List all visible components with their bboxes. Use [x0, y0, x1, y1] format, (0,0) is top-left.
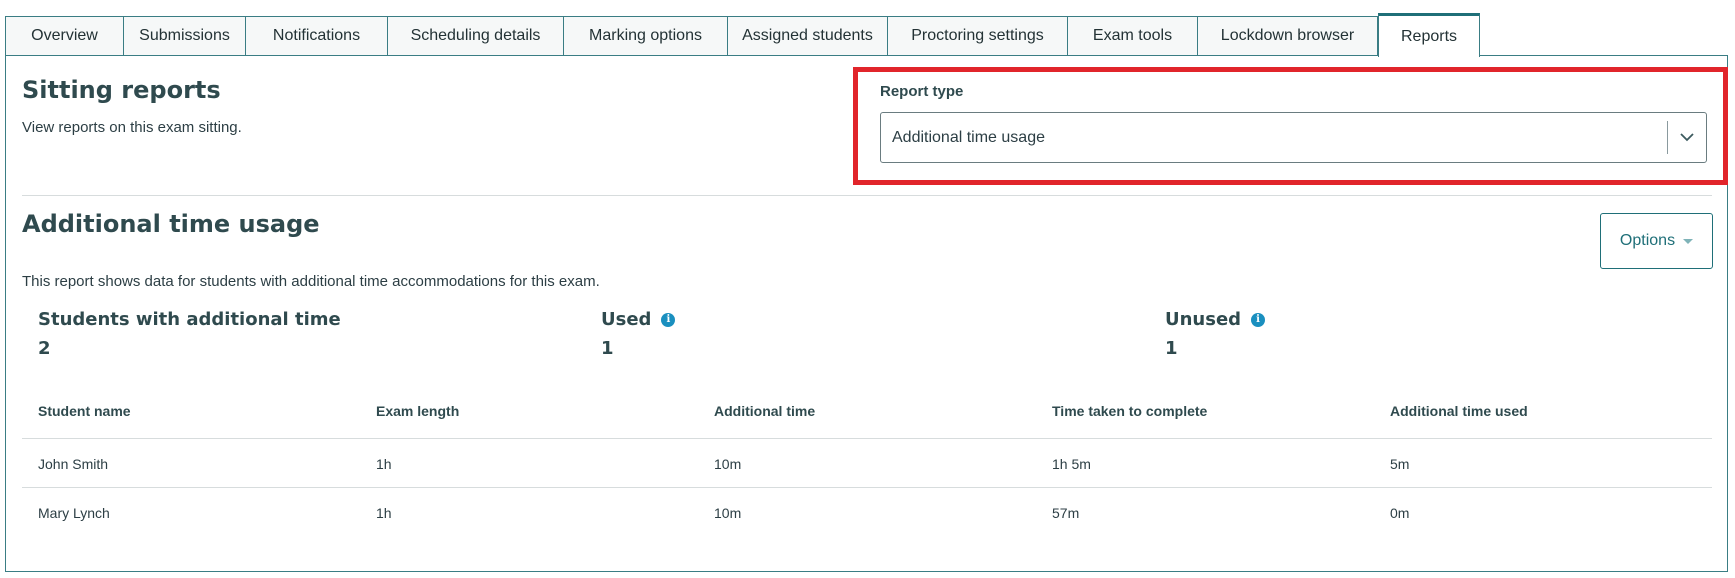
cell-exam-length: 1h	[376, 505, 392, 521]
tab-submissions[interactable]: Submissions	[123, 16, 245, 56]
report-description: This report shows data for students with…	[22, 273, 600, 290]
page-title: Sitting reports	[22, 76, 221, 104]
stat-unused-value: 1	[1165, 338, 1178, 359]
column-header-time-taken: Time taken to complete	[1052, 403, 1208, 419]
column-header-exam-length: Exam length	[376, 403, 460, 419]
tab-overview[interactable]: Overview	[5, 16, 123, 56]
options-label: Options	[1619, 232, 1676, 249]
column-header-student-name: Student name	[38, 403, 131, 419]
cell-time-taken: 1h 5m	[1052, 456, 1091, 472]
stat-students-label: Students with additional time	[38, 309, 341, 330]
tab-proctoring-settings[interactable]: Proctoring settings	[887, 16, 1067, 56]
stat-label-text: Used	[601, 309, 652, 330]
cell-student-name: Mary Lynch	[38, 505, 110, 521]
cell-student-name: John Smith	[38, 456, 109, 472]
column-header-additional-time-used: Additional time used	[1390, 403, 1528, 419]
cell-exam-length: 1h	[376, 456, 392, 472]
stat-unused-label: Unused i	[1165, 309, 1266, 330]
cell-additional-time: 10m	[714, 505, 742, 521]
column-header-additional-time: Additional time	[714, 403, 816, 419]
cell-additional-time-used: 5m	[1390, 456, 1410, 472]
stat-used-label: Used i	[601, 309, 676, 330]
table-divider	[22, 438, 1712, 439]
info-icon[interactable]: i	[1251, 312, 1266, 327]
cell-additional-time-used: 0m	[1390, 505, 1410, 521]
page-description: View reports on this exam sitting.	[22, 119, 242, 136]
section-divider	[22, 195, 1712, 196]
caret-down-icon	[1683, 238, 1694, 244]
report-title: Additional time usage	[22, 210, 320, 238]
tab-exam-tools[interactable]: Exam tools	[1067, 16, 1197, 56]
stat-label-text: Unused	[1165, 309, 1242, 330]
stat-label-text: Students with additional time	[38, 309, 341, 330]
cell-time-taken: 57m	[1052, 505, 1080, 521]
tab-scheduling-details[interactable]: Scheduling details	[387, 16, 563, 56]
cell-additional-time: 10m	[714, 456, 742, 472]
tab-assigned-students[interactable]: Assigned students	[727, 16, 887, 56]
stat-students-value: 2	[38, 338, 51, 359]
highlight-box	[853, 67, 1728, 185]
table-divider	[22, 487, 1712, 488]
tab-lockdown-browser[interactable]: Lockdown browser	[1197, 16, 1378, 56]
tab-reports[interactable]: Reports	[1378, 13, 1480, 57]
options-button[interactable]: Options	[1600, 213, 1713, 269]
tab-notifications[interactable]: Notifications	[245, 16, 387, 56]
tab-marking-options[interactable]: Marking options	[563, 16, 727, 56]
info-icon[interactable]: i	[661, 312, 676, 327]
stat-used-value: 1	[601, 338, 614, 359]
